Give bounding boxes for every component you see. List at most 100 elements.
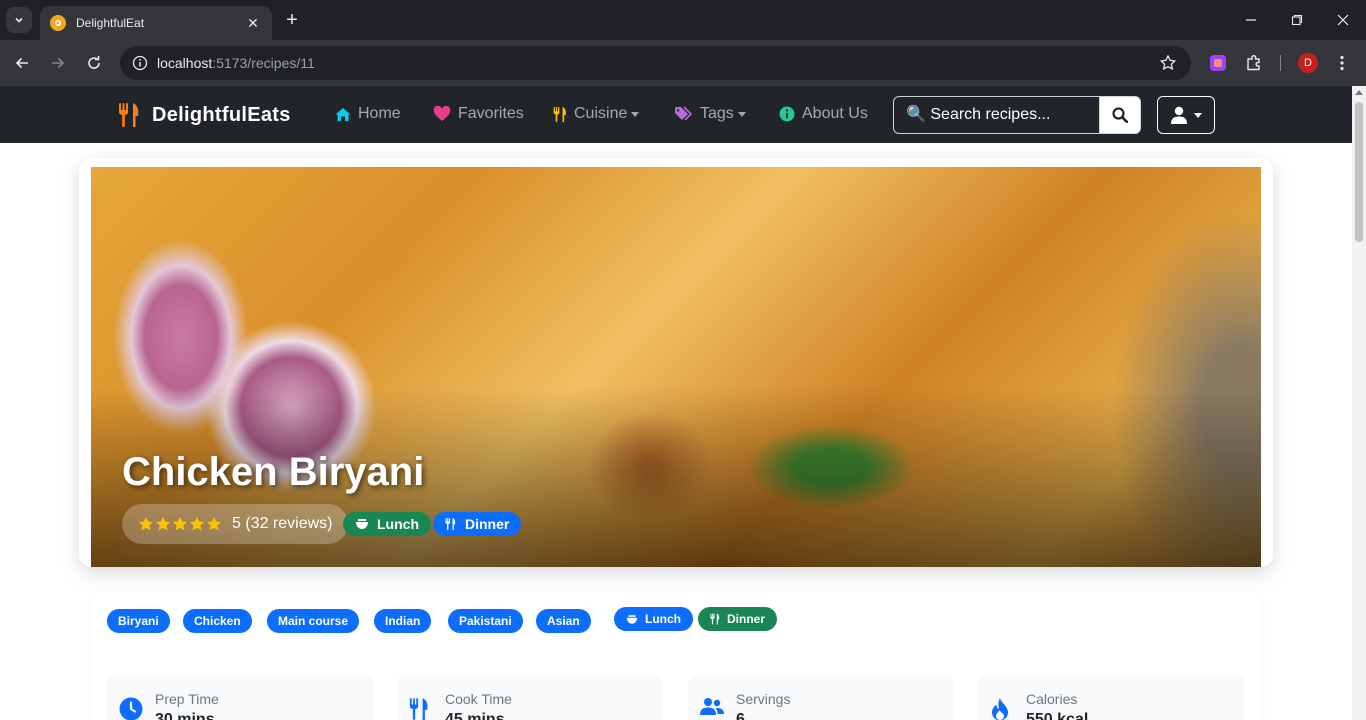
extension-app-icon — [1210, 55, 1226, 71]
kebab-menu-icon — [1340, 55, 1344, 71]
tag-pill[interactable]: Pakistani — [448, 609, 523, 633]
star-icon — [206, 516, 222, 531]
reload-icon — [88, 56, 100, 69]
meal-type-label: Lunch — [377, 516, 419, 532]
tag-pill[interactable]: Asian — [536, 609, 591, 633]
minimize-icon — [1246, 19, 1256, 21]
profile-avatar: D — [1298, 53, 1318, 73]
user-menu-button[interactable] — [1157, 96, 1215, 134]
stat-label: Servings — [736, 691, 791, 707]
profile-button[interactable]: D — [1296, 51, 1320, 75]
brand-link[interactable]: DelightfulEats — [118, 102, 291, 128]
brand-name: DelightfulEats — [152, 103, 291, 126]
search-icon — [1112, 107, 1128, 123]
back-button[interactable] — [10, 51, 34, 75]
recipe-details-card: Biryani Chicken Main course Indian Pakis… — [91, 591, 1261, 720]
meal-type-label: Dinner — [727, 612, 766, 626]
search-button[interactable] — [1099, 96, 1141, 134]
users-icon — [700, 698, 724, 715]
stat-cook-time: Cook Time 45 mins — [397, 675, 663, 720]
nav-favorites[interactable]: Favorites — [433, 105, 524, 123]
url-path: :5173/recipes/11 — [212, 55, 315, 71]
tag-pill[interactable]: Main course — [267, 609, 360, 633]
meal-type-badge-lunch: Lunch — [343, 512, 431, 536]
minimize-button[interactable] — [1228, 0, 1274, 40]
clock-icon — [119, 697, 143, 720]
stat-label: Calories — [1026, 691, 1078, 707]
search-input[interactable] — [893, 96, 1100, 134]
arrow-left-icon — [15, 57, 28, 69]
page-scrollbar[interactable] — [1352, 86, 1366, 720]
browser-menu-button[interactable] — [1330, 51, 1354, 75]
star-icon — [138, 516, 154, 531]
star-icon — [189, 516, 205, 531]
meal-type-badge-dinner: Dinner — [433, 512, 522, 536]
stat-value: 6 — [736, 711, 745, 720]
browser-toolbar: localhost:5173/recipes/11 D — [0, 40, 1366, 86]
nav-tags-label: Tags — [700, 105, 734, 122]
browser-tab-strip: DelightfulEat ✕ + — [0, 0, 1366, 40]
stat-label: Prep Time — [155, 691, 219, 707]
stat-label: Cook Time — [445, 691, 512, 707]
reload-button[interactable] — [82, 51, 106, 75]
browser-tab-active[interactable]: DelightfulEat ✕ — [40, 6, 272, 40]
extension-button[interactable] — [1206, 51, 1230, 75]
forward-button[interactable] — [46, 51, 70, 75]
rating-badge: 5 (32 reviews) — [122, 504, 349, 544]
close-icon — [1337, 14, 1349, 26]
tab-title: DelightfulEat — [76, 16, 145, 30]
utensils-icon — [409, 698, 428, 720]
stat-servings: Servings 6 — [688, 675, 954, 720]
nav-cuisine-dropdown[interactable]: Cuisine — [553, 105, 640, 123]
address-bar[interactable]: localhost:5173/recipes/11 — [120, 46, 1191, 80]
new-tab-button[interactable]: + — [282, 10, 302, 30]
rating-text: 5 (32 reviews) — [232, 515, 333, 532]
nav-about[interactable]: About Us — [779, 105, 868, 123]
restore-button[interactable] — [1274, 0, 1320, 40]
tag-pill[interactable]: Chicken — [183, 609, 252, 633]
user-icon — [1171, 106, 1187, 124]
heart-icon — [433, 106, 451, 121]
nav-cuisine-label: Cuisine — [574, 105, 628, 122]
scroll-up-icon[interactable] — [1355, 90, 1363, 95]
utensils-icon — [553, 106, 566, 122]
nav-tags-dropdown[interactable]: Tags — [674, 105, 746, 123]
nav-home[interactable]: Home — [335, 105, 401, 123]
utensils-icon — [445, 518, 456, 530]
bookmark-star-icon[interactable] — [1159, 54, 1177, 72]
stat-value: 550 kcal — [1026, 711, 1089, 720]
url-host: localhost — [157, 55, 213, 71]
restore-icon — [1291, 14, 1303, 26]
star-rating — [138, 516, 223, 532]
utensils-icon — [710, 613, 720, 625]
extensions-menu-button[interactable] — [1242, 51, 1266, 75]
chevron-down-icon — [631, 111, 640, 117]
star-icon — [172, 516, 188, 531]
info-circle-icon — [779, 106, 795, 122]
nav-about-label: About Us — [802, 105, 868, 122]
fire-icon — [992, 698, 1008, 720]
recipe-hero-card: Chicken Biryani 5 (32 reviews) Lunch Din… — [79, 158, 1273, 567]
house-icon — [335, 107, 351, 121]
stat-value: 45 mins — [445, 711, 505, 720]
close-window-button[interactable] — [1320, 0, 1366, 40]
site-info-icon[interactable] — [132, 55, 148, 71]
scrollbar-thumb[interactable] — [1355, 102, 1363, 242]
toolbar-divider — [1280, 55, 1281, 71]
meal-type-pill-lunch: Lunch — [614, 607, 693, 631]
utensils-icon — [119, 103, 139, 127]
tag-pill[interactable]: Indian — [374, 609, 432, 633]
site-favicon-icon — [50, 15, 66, 31]
bowl-icon — [356, 519, 368, 529]
recipe-hero-image: Chicken Biryani 5 (32 reviews) Lunch Din… — [91, 167, 1261, 567]
tab-search-button[interactable] — [6, 7, 32, 33]
arrow-right-icon — [52, 57, 65, 69]
stat-calories: Calories 550 kcal — [978, 675, 1244, 720]
meal-type-label: Dinner — [465, 516, 510, 532]
stat-value: 30 mins — [155, 711, 215, 720]
stat-prep-time: Prep Time 30 mins — [107, 675, 373, 720]
star-icon — [155, 516, 171, 531]
recipe-title: Chicken Biryani — [122, 450, 425, 494]
tag-pill[interactable]: Biryani — [107, 609, 170, 633]
tab-close-icon[interactable]: ✕ — [244, 15, 262, 32]
